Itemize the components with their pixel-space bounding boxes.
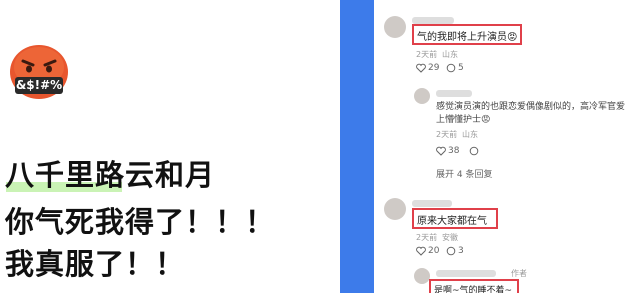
headline-line-2: 你气死我得了！！！ bbox=[5, 205, 276, 239]
comment-location: 安徽 bbox=[442, 233, 458, 242]
comment-text: 原来大家都在气 bbox=[417, 216, 487, 227]
like-count: 20 bbox=[428, 246, 440, 256]
reply-time: 2天前 bbox=[436, 130, 458, 139]
comment-bubble-icon bbox=[446, 246, 456, 256]
reply-button[interactable]: 3 bbox=[446, 246, 464, 256]
reply-text-line-2: 上懵懂护士😡 bbox=[436, 115, 491, 125]
comment-bubble-icon bbox=[469, 146, 479, 156]
comment-time: 2天前 bbox=[416, 233, 438, 242]
headline-line-1: 八千里路云和月 bbox=[5, 158, 216, 192]
like-button[interactable]: 38 bbox=[436, 146, 459, 156]
avatar[interactable] bbox=[414, 268, 430, 284]
username-blurred bbox=[436, 90, 472, 97]
reply-button[interactable]: 5 bbox=[446, 63, 464, 73]
comment-bubble-icon bbox=[446, 63, 456, 73]
avatar[interactable] bbox=[414, 88, 430, 104]
comment-screenshot: 气的我即将上升演员😡 2天前 山东 29 5 感觉演员演的也跟恋爱偶像剧似的，高… bbox=[374, 0, 640, 293]
username-blurred bbox=[412, 17, 454, 24]
left-text-panel: &$!#% 八千里路云和月 你气死我得了！！！ 我真服了！！ bbox=[0, 0, 340, 293]
headline-line-3: 我真服了！！ bbox=[5, 247, 186, 281]
reply-text-line-1: 感觉演员演的也跟恋爱偶像剧似的，高冷军官爱 bbox=[436, 102, 626, 112]
reply-location: 山东 bbox=[462, 130, 478, 139]
like-button[interactable]: 29 bbox=[416, 63, 439, 73]
comment-text: 气的我即将上升演员😡 bbox=[417, 32, 518, 43]
reply-button[interactable] bbox=[469, 146, 479, 156]
emoji-censored-symbols: &$!#% bbox=[15, 78, 63, 92]
like-count: 38 bbox=[448, 146, 460, 156]
heart-icon bbox=[416, 246, 426, 256]
expand-replies-button[interactable]: 展开 4 条回复 bbox=[436, 167, 492, 180]
reply-count: 5 bbox=[458, 63, 464, 73]
username-blurred bbox=[412, 200, 452, 207]
heart-icon bbox=[416, 63, 426, 73]
username-blurred bbox=[436, 270, 496, 277]
reply-text: 是啊~气的睡不着~ bbox=[434, 286, 513, 293]
blue-divider bbox=[340, 0, 374, 293]
reply-count: 3 bbox=[458, 246, 464, 256]
author-tag: 作者 bbox=[511, 269, 527, 278]
angry-face-emoji-icon: &$!#% bbox=[6, 44, 72, 100]
avatar[interactable] bbox=[384, 198, 406, 220]
like-button[interactable]: 20 bbox=[416, 246, 439, 256]
comment-time: 2天前 bbox=[416, 50, 438, 59]
avatar[interactable] bbox=[384, 16, 406, 38]
heart-icon bbox=[436, 146, 446, 156]
like-count: 29 bbox=[428, 63, 440, 73]
comment-location: 山东 bbox=[442, 50, 458, 59]
